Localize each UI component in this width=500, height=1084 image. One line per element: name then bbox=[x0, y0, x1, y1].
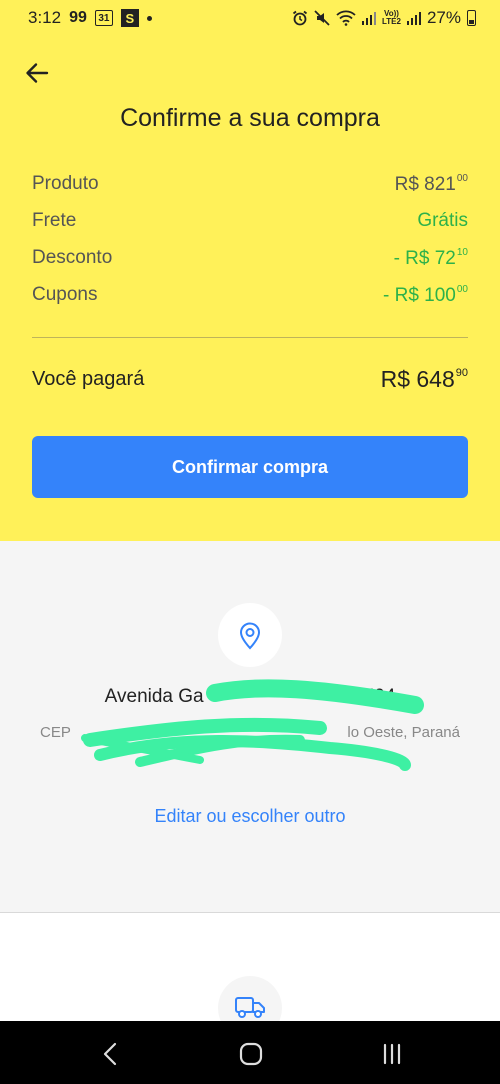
location-pin-badge bbox=[218, 603, 282, 667]
total-row: Você pagará R$ 64890 bbox=[32, 366, 468, 393]
confirm-purchase-button[interactable]: Confirmar compra bbox=[32, 436, 468, 498]
status-bar-left: 3:12 99 31 S bbox=[28, 8, 152, 28]
status-bar: 3:12 99 31 S Vo)) LTE2 27% bbox=[0, 0, 500, 36]
nav-recents-icon[interactable] bbox=[377, 1039, 407, 1069]
lte-indicator: Vo)) LTE2 bbox=[382, 10, 401, 26]
more-notifications-dot-icon bbox=[146, 15, 152, 21]
arrow-left-icon[interactable] bbox=[22, 58, 52, 88]
page-title: Confirme a sua compra bbox=[120, 104, 380, 132]
s-app-icon: S bbox=[120, 9, 139, 27]
total-cents: 90 bbox=[455, 367, 468, 379]
wifi-icon bbox=[336, 10, 356, 26]
discount-value: - R$ 7210 bbox=[393, 246, 468, 269]
purchase-summary-header: Confirme a sua compra Produto R$ 82100 F… bbox=[0, 36, 500, 541]
shipping-value: Grátis bbox=[417, 210, 468, 231]
battery-icon bbox=[467, 10, 476, 26]
notification-99-icon: 99 bbox=[69, 9, 87, 26]
status-bar-right: Vo)) LTE2 27% bbox=[292, 8, 476, 28]
signal-icon bbox=[362, 12, 376, 25]
signal-icon-2 bbox=[406, 12, 421, 25]
alarm-icon bbox=[292, 10, 308, 26]
product-label: Produto bbox=[32, 173, 99, 194]
truck-icon bbox=[235, 997, 265, 1018]
nav-home-icon[interactable] bbox=[236, 1039, 266, 1069]
status-time: 3:12 bbox=[28, 8, 62, 27]
summary-row-product: Produto R$ 82100 bbox=[32, 169, 468, 199]
location-pin-icon bbox=[239, 622, 261, 650]
summary-divider bbox=[32, 337, 468, 338]
edit-address-link[interactable]: Editar ou escolher outro bbox=[0, 806, 500, 827]
discount-label: Desconto bbox=[32, 247, 113, 268]
nav-back-icon[interactable] bbox=[96, 1039, 126, 1069]
product-cents: 00 bbox=[456, 172, 468, 184]
coupons-cents: 00 bbox=[456, 283, 468, 295]
shipping-label: Frete bbox=[32, 210, 77, 231]
calendar-icon: 31 bbox=[94, 10, 113, 26]
summary-row-shipping: Frete Grátis bbox=[32, 206, 468, 236]
coupons-label: Cupons bbox=[32, 284, 98, 305]
mute-icon bbox=[314, 10, 330, 26]
product-value: R$ 82100 bbox=[394, 172, 468, 195]
discount-cents: 10 bbox=[456, 246, 468, 258]
address-city-state: lo Oeste, Paraná bbox=[347, 724, 460, 741]
address-street: Avenida Ga 594 bbox=[0, 686, 500, 708]
address-street-end: 594 bbox=[363, 686, 396, 707]
lte2-label: LTE2 bbox=[382, 17, 401, 26]
coupons-value: - R$ 10000 bbox=[383, 283, 468, 306]
total-label: Você pagará bbox=[32, 368, 145, 390]
address-street-start: Avenida Ga bbox=[104, 686, 204, 707]
address-postcode-start: CEP bbox=[40, 724, 71, 741]
total-value: R$ 64890 bbox=[380, 366, 468, 392]
battery-percent: 27% bbox=[426, 8, 461, 27]
address-details: CEP lo Oeste, Paraná bbox=[40, 724, 460, 741]
summary-row-coupons: Cupons - R$ 10000 bbox=[32, 280, 468, 310]
summary-row-discount: Desconto - R$ 7210 bbox=[32, 243, 468, 273]
system-navigation-bar bbox=[0, 1021, 500, 1084]
